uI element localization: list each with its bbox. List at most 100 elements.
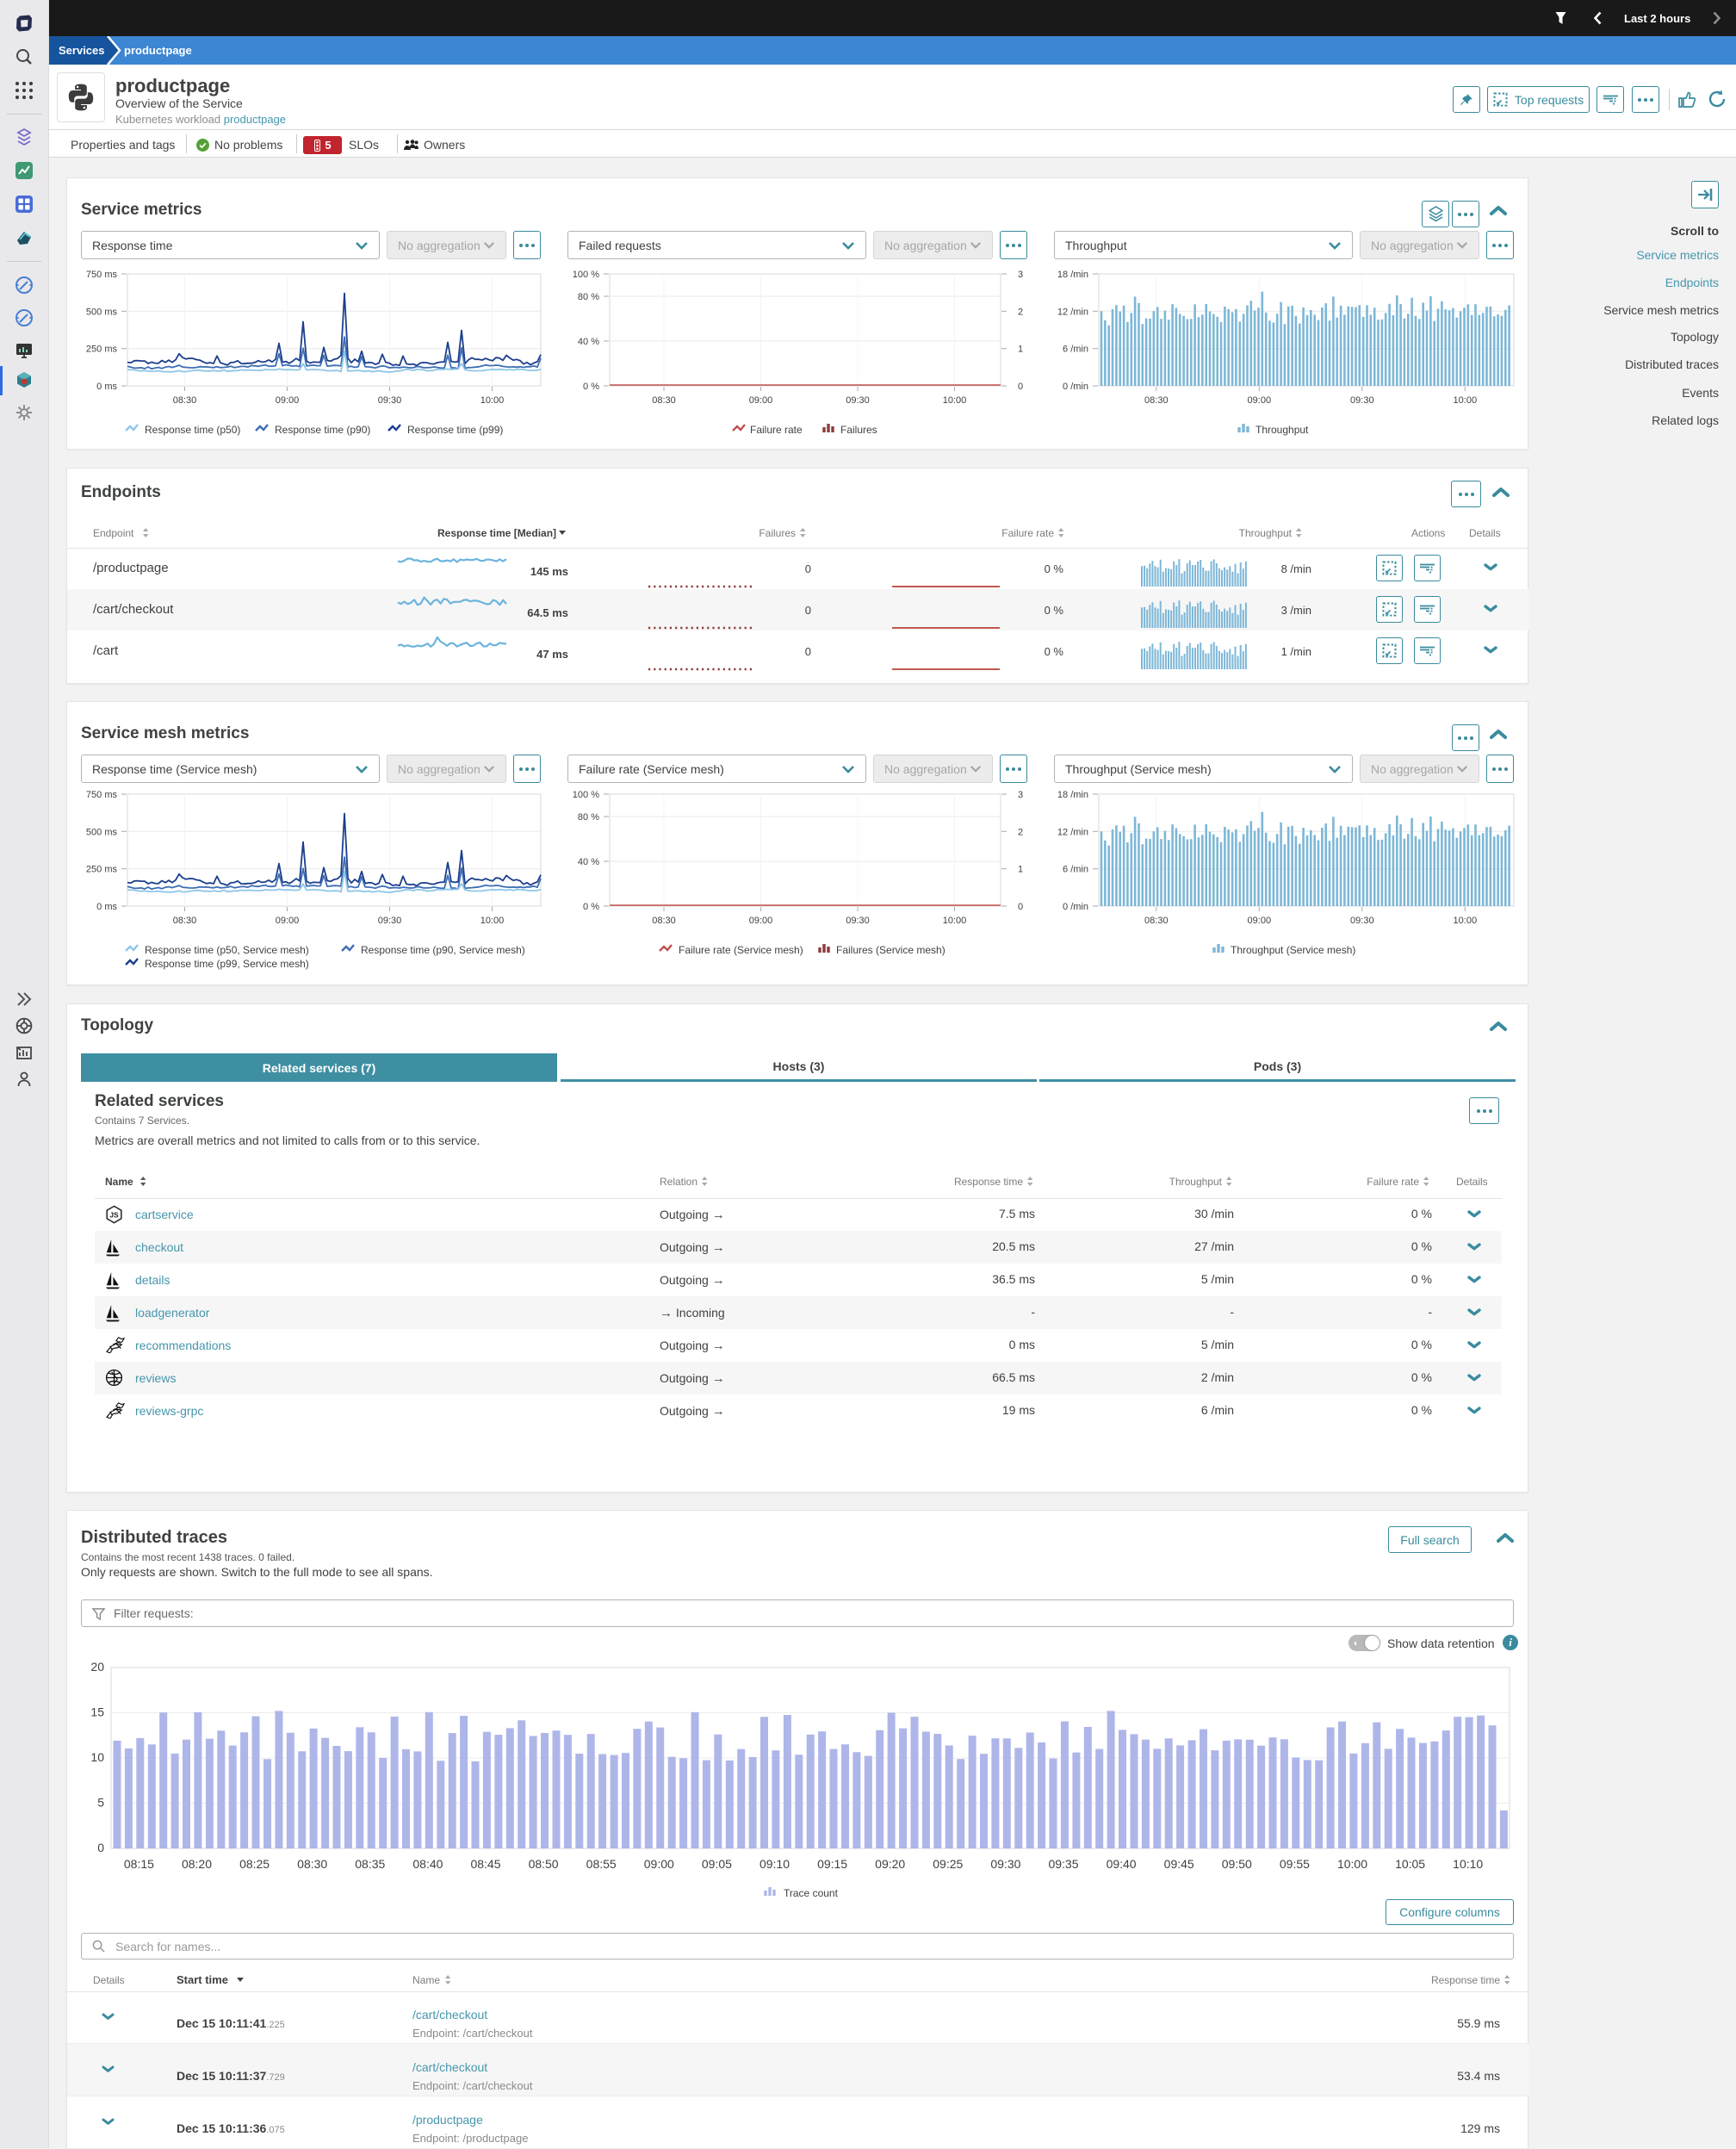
svg-text:250 ms: 250 ms bbox=[86, 865, 118, 875]
svg-text:100 %: 100 % bbox=[573, 270, 599, 280]
svg-text:09:25: 09:25 bbox=[933, 1857, 963, 1871]
svg-text:0 %: 0 % bbox=[583, 382, 599, 392]
svg-text:12 /min: 12 /min bbox=[1057, 827, 1088, 837]
svg-text:0: 0 bbox=[1018, 902, 1023, 912]
svg-text:09:00: 09:00 bbox=[749, 395, 773, 406]
svg-text:80 %: 80 % bbox=[578, 292, 599, 302]
svg-text:0 /min: 0 /min bbox=[1063, 382, 1088, 392]
svg-text:08:30: 08:30 bbox=[297, 1857, 327, 1871]
svg-text:09:30: 09:30 bbox=[378, 916, 402, 926]
svg-text:09:30: 09:30 bbox=[378, 395, 402, 406]
svg-text:Failures: Failures bbox=[840, 424, 877, 436]
svg-text:09:30: 09:30 bbox=[846, 395, 870, 406]
svg-text:8 /min: 8 /min bbox=[1281, 562, 1311, 575]
svg-text:09:15: 09:15 bbox=[817, 1857, 847, 1871]
svg-text:Response time (p99, Service me: Response time (p99, Service mesh) bbox=[145, 958, 309, 970]
svg-text:09:35: 09:35 bbox=[1048, 1857, 1078, 1871]
svg-text:0: 0 bbox=[805, 604, 811, 617]
svg-text:40 %: 40 % bbox=[578, 857, 599, 867]
svg-text:09:00: 09:00 bbox=[1248, 916, 1272, 926]
svg-text:3: 3 bbox=[1018, 790, 1023, 800]
svg-text:3 /min: 3 /min bbox=[1281, 604, 1311, 617]
svg-text:500 ms: 500 ms bbox=[86, 827, 118, 837]
svg-text:Failures (Service mesh): Failures (Service mesh) bbox=[836, 944, 946, 956]
svg-text:0 %: 0 % bbox=[583, 902, 599, 912]
svg-text:09:30: 09:30 bbox=[1350, 395, 1374, 406]
svg-text:Response time (p99): Response time (p99) bbox=[407, 424, 503, 436]
svg-text:08:15: 08:15 bbox=[124, 1857, 154, 1871]
svg-text:20: 20 bbox=[90, 1660, 104, 1674]
svg-text:09:00: 09:00 bbox=[1248, 395, 1272, 406]
svg-text:Response time [Median]: Response time [Median] bbox=[437, 527, 556, 539]
svg-text:08:25: 08:25 bbox=[239, 1857, 270, 1871]
svg-text:08:40: 08:40 bbox=[412, 1857, 443, 1871]
svg-text:2: 2 bbox=[1018, 307, 1023, 317]
svg-text:750 ms: 750 ms bbox=[86, 270, 118, 280]
svg-text:08:30: 08:30 bbox=[1144, 395, 1169, 406]
svg-text:Throughput: Throughput bbox=[1256, 424, 1309, 436]
svg-text:09:30: 09:30 bbox=[846, 916, 870, 926]
svg-text:64.5 ms: 64.5 ms bbox=[527, 606, 568, 619]
svg-text:12 /min: 12 /min bbox=[1057, 307, 1088, 317]
svg-text:10: 10 bbox=[90, 1750, 104, 1764]
svg-text:09:45: 09:45 bbox=[1164, 1857, 1194, 1871]
svg-text:Endpoint: Endpoint bbox=[93, 527, 134, 539]
svg-text:08:35: 08:35 bbox=[355, 1857, 385, 1871]
svg-text:2: 2 bbox=[1018, 827, 1023, 837]
svg-text:0 %: 0 % bbox=[1045, 645, 1064, 658]
svg-text:3: 3 bbox=[1018, 270, 1023, 280]
svg-text:09:20: 09:20 bbox=[875, 1857, 905, 1871]
svg-text:08:30: 08:30 bbox=[652, 395, 676, 406]
svg-text:15: 15 bbox=[90, 1705, 104, 1719]
svg-text:1: 1 bbox=[1018, 345, 1023, 355]
svg-text:09:05: 09:05 bbox=[702, 1857, 732, 1871]
svg-text:Throughput: Throughput bbox=[1239, 527, 1293, 539]
svg-text:Name: Name bbox=[105, 1176, 133, 1188]
svg-text:Details: Details bbox=[1469, 527, 1501, 539]
svg-text:0 ms: 0 ms bbox=[96, 382, 117, 392]
svg-text:08:30: 08:30 bbox=[173, 916, 197, 926]
svg-text:09:55: 09:55 bbox=[1280, 1857, 1310, 1871]
svg-text:6 /min: 6 /min bbox=[1063, 345, 1088, 355]
svg-text:08:20: 08:20 bbox=[182, 1857, 212, 1871]
svg-text:0: 0 bbox=[97, 1841, 104, 1854]
svg-text:0: 0 bbox=[805, 645, 811, 658]
svg-text:08:30: 08:30 bbox=[652, 916, 676, 926]
svg-text:08:50: 08:50 bbox=[529, 1857, 559, 1871]
svg-text:500 ms: 500 ms bbox=[86, 307, 118, 317]
svg-text:08:30: 08:30 bbox=[1144, 916, 1169, 926]
svg-text:Details: Details bbox=[93, 1974, 125, 1986]
svg-text:09:00: 09:00 bbox=[276, 916, 300, 926]
svg-text:09:00: 09:00 bbox=[644, 1857, 674, 1871]
svg-text:Details: Details bbox=[1456, 1176, 1488, 1188]
svg-text:08:30: 08:30 bbox=[173, 395, 197, 406]
svg-text:Failure rate: Failure rate bbox=[1001, 527, 1054, 539]
svg-text:10:00: 10:00 bbox=[480, 916, 505, 926]
svg-text:Throughput: Throughput bbox=[1169, 1176, 1223, 1188]
svg-text:09:00: 09:00 bbox=[276, 395, 300, 406]
svg-text:145 ms: 145 ms bbox=[530, 565, 568, 578]
svg-text:5: 5 bbox=[97, 1796, 104, 1810]
svg-text:JS: JS bbox=[109, 1211, 119, 1220]
svg-text:09:10: 09:10 bbox=[760, 1857, 790, 1871]
svg-text:Trace count: Trace count bbox=[784, 1887, 839, 1899]
svg-text:10:00: 10:00 bbox=[480, 395, 505, 406]
svg-text:Name: Name bbox=[412, 1974, 440, 1986]
svg-text:250 ms: 250 ms bbox=[86, 345, 118, 355]
svg-text:Throughput (Service mesh): Throughput (Service mesh) bbox=[1231, 944, 1355, 956]
svg-text:0 /min: 0 /min bbox=[1063, 902, 1088, 912]
svg-text:0: 0 bbox=[1018, 382, 1023, 392]
svg-text:0 %: 0 % bbox=[1045, 604, 1064, 617]
svg-text:40 %: 40 % bbox=[578, 337, 599, 347]
svg-text:750 ms: 750 ms bbox=[86, 790, 118, 800]
svg-text:Relation: Relation bbox=[660, 1176, 698, 1188]
svg-text:1: 1 bbox=[1018, 865, 1023, 875]
svg-text:Response time: Response time bbox=[1431, 1974, 1500, 1986]
svg-text:10:10: 10:10 bbox=[1453, 1857, 1483, 1871]
svg-text:Start time: Start time bbox=[177, 1973, 228, 1986]
svg-text:08:45: 08:45 bbox=[470, 1857, 500, 1871]
svg-text:09:00: 09:00 bbox=[749, 916, 773, 926]
svg-text:80 %: 80 % bbox=[578, 812, 599, 823]
svg-text:18 /min: 18 /min bbox=[1057, 790, 1088, 800]
svg-text:10:00: 10:00 bbox=[1454, 916, 1478, 926]
